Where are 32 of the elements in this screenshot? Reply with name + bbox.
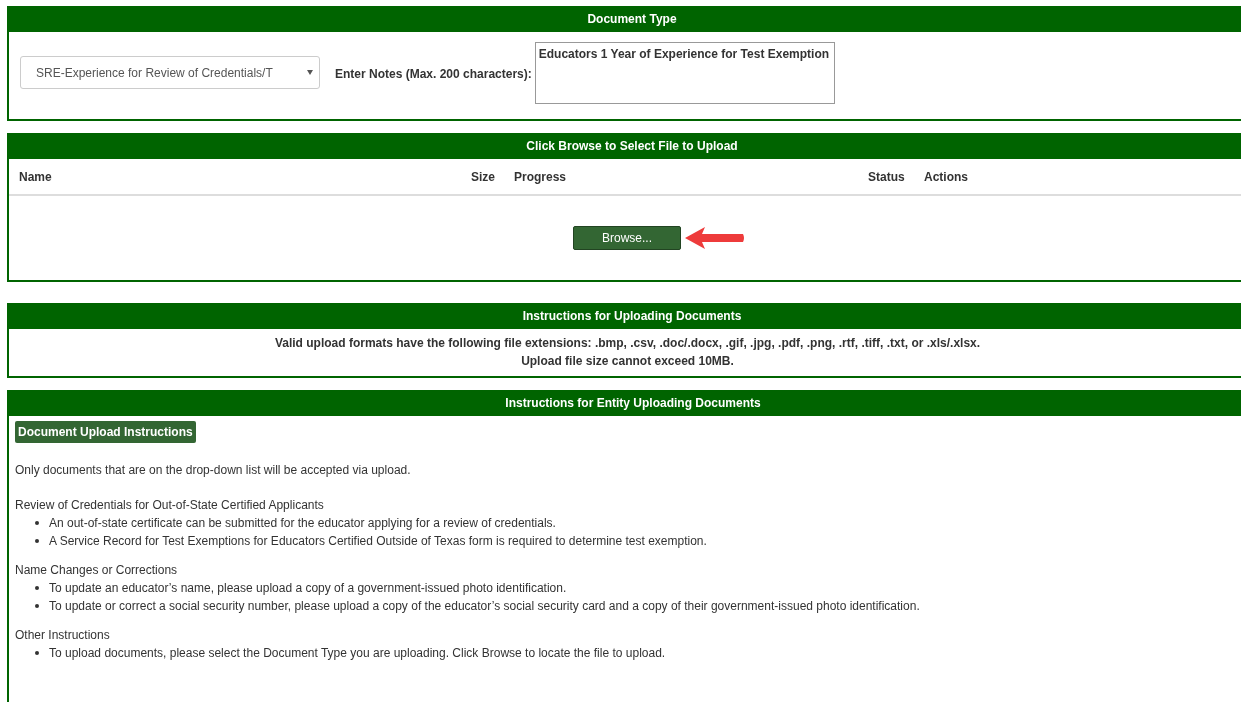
intro-text: Only documents that are on the drop-down list will be accepted via upload. xyxy=(15,462,412,479)
section-title: Name Changes or Corrections xyxy=(15,562,179,579)
column-header: Status xyxy=(868,168,906,186)
bullet-icon xyxy=(35,539,39,543)
notes-field[interactable]: Educators 1 Year of Experience for Test Exemption xyxy=(534,42,835,104)
column-header: Actions xyxy=(923,168,968,186)
instruction-item: An out-of-state certificate can be submitted for the educator applying for a review of credentials. xyxy=(49,515,556,532)
section-title: Review of Credentials for Out-of-State Certified Applicants xyxy=(15,497,325,514)
instruction-text: Upload file size cannot exceed 10MB. xyxy=(521,353,734,370)
panel-header: Click Browse to Select File to Upload xyxy=(9,133,1241,159)
dropdown-caret-icon xyxy=(307,70,313,75)
instruction-item: To update or correct a social security number, please upload a copy of the educator’s social security card and a copy of their government-issued photo identification. xyxy=(49,598,920,615)
section-title: Other Instructions xyxy=(15,627,111,644)
instruction-text: Valid upload formats have the following file extensions: .bmp, .csv, .doc/.docx, .gif, .jpg, .pdf, .png, .rtf, .tiff, .txt, or .xls/.xlsx. xyxy=(274,335,981,352)
bullet-icon xyxy=(35,604,39,608)
bullet-icon xyxy=(35,586,39,590)
bullet-icon xyxy=(35,521,39,525)
bullet-icon xyxy=(35,651,39,655)
panel-header: Document Type xyxy=(9,6,1241,32)
column-header: Name xyxy=(18,168,53,186)
document-type-select[interactable]: SRE-Experience for Review of Credentials/T xyxy=(20,56,320,89)
column-header: Progress xyxy=(513,168,568,186)
panel-header: Instructions for Uploading Documents xyxy=(9,303,1241,329)
browse-button[interactable]: Browse... xyxy=(573,226,681,250)
arrow-icon xyxy=(683,226,745,250)
instruction-item: To upload documents, please select the Document Type you are uploading. Click Browse to locate the file to upload. xyxy=(49,645,666,662)
notes-label: Enter Notes (Max. 200 characters): xyxy=(335,66,532,83)
instruction-item: To update an educator’s name, please upload a copy of a government-issued photo identification. xyxy=(49,580,567,597)
panel-header: Instructions for Entity Uploading Documents xyxy=(9,390,1241,416)
column-header: Size xyxy=(470,168,495,186)
instruction-item: A Service Record for Test Exemptions for Educators Certified Outside of Texas form is required to determine test exemption. xyxy=(49,533,707,550)
instructions-badge: Document Upload Instructions xyxy=(15,421,196,443)
